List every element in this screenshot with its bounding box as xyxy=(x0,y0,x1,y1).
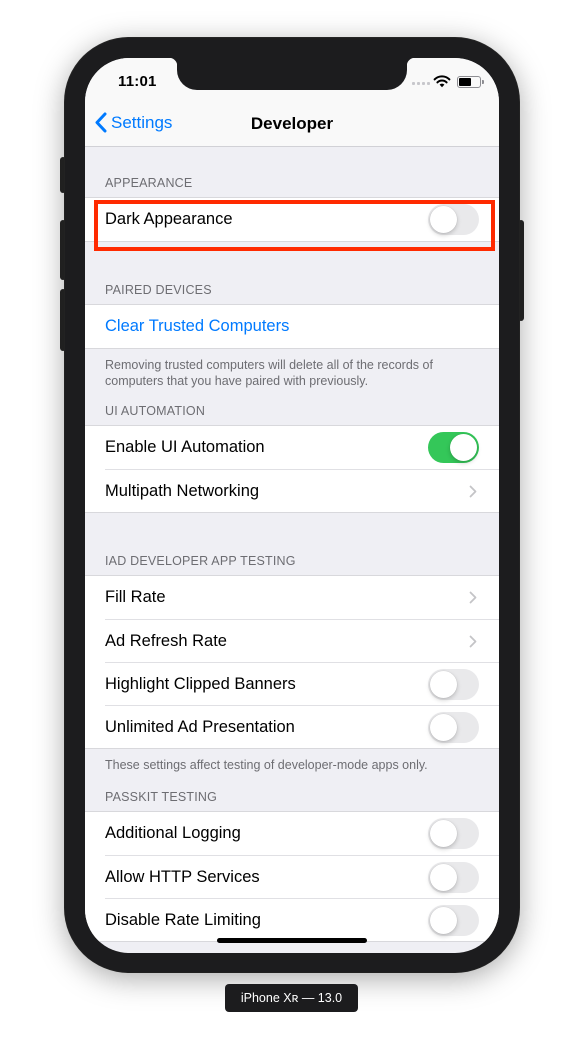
row-disable-rate-limiting: Disable Rate Limiting xyxy=(105,898,499,941)
group-appearance: Dark Appearance xyxy=(85,197,499,242)
section-header-passkit: PassKit Testing xyxy=(105,790,218,804)
section-header-paired-devices: Paired Devices xyxy=(105,283,212,297)
section-header-ui-automation: UI Automation xyxy=(105,404,206,418)
chevron-right-icon xyxy=(469,485,477,497)
settings-list: Appearance Dark Appearance Paired Device… xyxy=(85,147,499,942)
wifi-icon xyxy=(433,75,451,88)
row-label: Highlight Clipped Banners xyxy=(105,674,296,693)
group-iad: Fill Rate Ad Refresh Rate Highlight Clip… xyxy=(85,575,499,749)
dark-appearance-toggle[interactable] xyxy=(428,204,479,235)
disable-rate-limiting-toggle[interactable] xyxy=(428,904,479,936)
unlimited-ad-presentation-toggle[interactable] xyxy=(428,711,479,743)
additional-logging-toggle[interactable] xyxy=(428,818,479,849)
home-indicator[interactable] xyxy=(217,938,367,943)
row-unlimited-ad-presentation: Unlimited Ad Presentation xyxy=(105,705,499,748)
row-highlight-clipped-banners: Highlight Clipped Banners xyxy=(105,662,499,705)
row-multipath-networking[interactable]: Multipath Networking xyxy=(105,469,499,512)
signal-dots-icon xyxy=(412,82,430,85)
highlight-clipped-banners-toggle[interactable] xyxy=(428,668,479,700)
row-label: Unlimited Ad Presentation xyxy=(105,717,295,736)
row-fill-rate[interactable]: Fill Rate xyxy=(85,576,499,619)
enable-ui-automation-toggle[interactable] xyxy=(428,432,479,463)
device-label: iPhone Xʀ — 13.0 xyxy=(225,984,358,1012)
iad-footer: These settings affect testing of develop… xyxy=(105,758,428,772)
status-time: 11:01 xyxy=(118,73,157,90)
row-label: Additional Logging xyxy=(105,824,241,842)
section-header-appearance: Appearance xyxy=(105,176,193,190)
battery-icon xyxy=(457,76,484,88)
row-additional-logging: Additional Logging xyxy=(85,812,499,855)
row-label: Clear Trusted Computers xyxy=(105,317,290,335)
row-label: Multipath Networking xyxy=(105,481,260,500)
row-dark-appearance: Dark Appearance xyxy=(85,198,499,241)
chevron-right-icon xyxy=(469,635,477,647)
row-label: Disable Rate Limiting xyxy=(105,910,261,929)
row-label: Dark Appearance xyxy=(105,210,233,228)
row-label: Fill Rate xyxy=(105,588,166,606)
allow-http-services-toggle[interactable] xyxy=(428,861,479,893)
group-ui-automation: Enable UI Automation Multipath Networkin… xyxy=(85,425,499,513)
paired-devices-footer: Removing trusted computers will delete a… xyxy=(105,358,433,388)
chevron-right-icon xyxy=(469,591,477,604)
row-label: Allow HTTP Services xyxy=(105,867,260,886)
row-enable-ui-automation: Enable UI Automation xyxy=(85,426,499,469)
notch xyxy=(169,58,415,90)
row-allow-http-services: Allow HTTP Services xyxy=(105,855,499,898)
clear-trusted-computers-button[interactable]: Clear Trusted Computers xyxy=(85,305,499,348)
row-ad-refresh-rate[interactable]: Ad Refresh Rate xyxy=(105,619,499,662)
group-paired-devices: Clear Trusted Computers xyxy=(85,304,499,349)
row-label: Enable UI Automation xyxy=(105,438,265,456)
row-label: Ad Refresh Rate xyxy=(105,631,227,650)
group-passkit: Additional Logging Allow HTTP Services D… xyxy=(85,811,499,942)
page-title: Developer xyxy=(250,114,334,133)
section-header-iad: IAD Developer App Testing xyxy=(105,554,296,568)
navigation-bar: Settings Developer xyxy=(85,102,499,147)
device-screen: 11:01 Settings Developer Appearance Dark… xyxy=(85,58,499,953)
